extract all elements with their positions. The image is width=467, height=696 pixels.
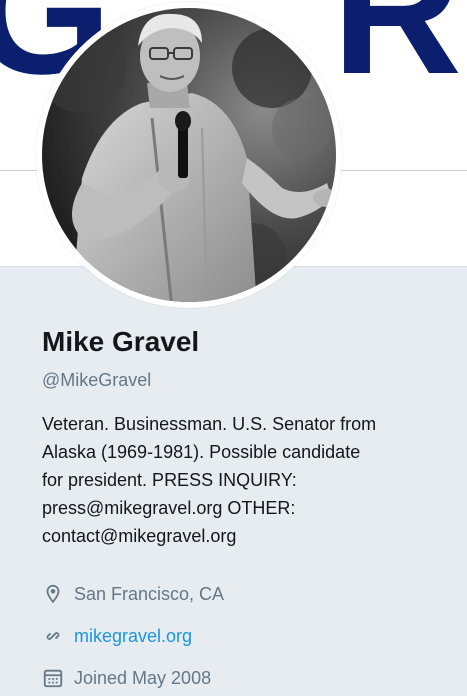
- bio-line: Veteran. Businessman. U.S. Senator from: [42, 414, 377, 434]
- bio-line: Alaska (1969-1981). Possible candidate: [42, 442, 361, 462]
- profile-name: Mike Gravel: [42, 326, 200, 357]
- profile-info: Mike Gravel @MikeGravel Veteran. Busines…: [42, 318, 442, 550]
- website-link[interactable]: mikegravel.org: [74, 624, 192, 648]
- profile-avatar[interactable]: [36, 2, 342, 308]
- profile-joined: Joined May 2008: [42, 666, 211, 690]
- link-icon: [42, 625, 64, 647]
- avatar-photo: [42, 8, 336, 302]
- calendar-icon: [42, 667, 64, 689]
- joined-text: Joined May 2008: [74, 668, 212, 688]
- profile-bio: Veteran. Businessman. U.S. Senator from …: [42, 410, 432, 550]
- location-text: San Francisco, CA: [74, 584, 225, 604]
- banner-graphic-right: R: [332, 0, 462, 112]
- profile-website: mikegravel.org: [42, 624, 192, 648]
- location-pin-icon: [42, 583, 64, 605]
- profile-location: San Francisco, CA: [42, 582, 224, 606]
- bio-line: for president. PRESS INQUIRY:: [42, 470, 297, 490]
- bio-line: contact@mikegravel.org: [42, 526, 237, 546]
- bio-line: press@mikegravel.org OTHER:: [42, 498, 296, 518]
- profile-handle: @MikeGravel: [42, 370, 152, 390]
